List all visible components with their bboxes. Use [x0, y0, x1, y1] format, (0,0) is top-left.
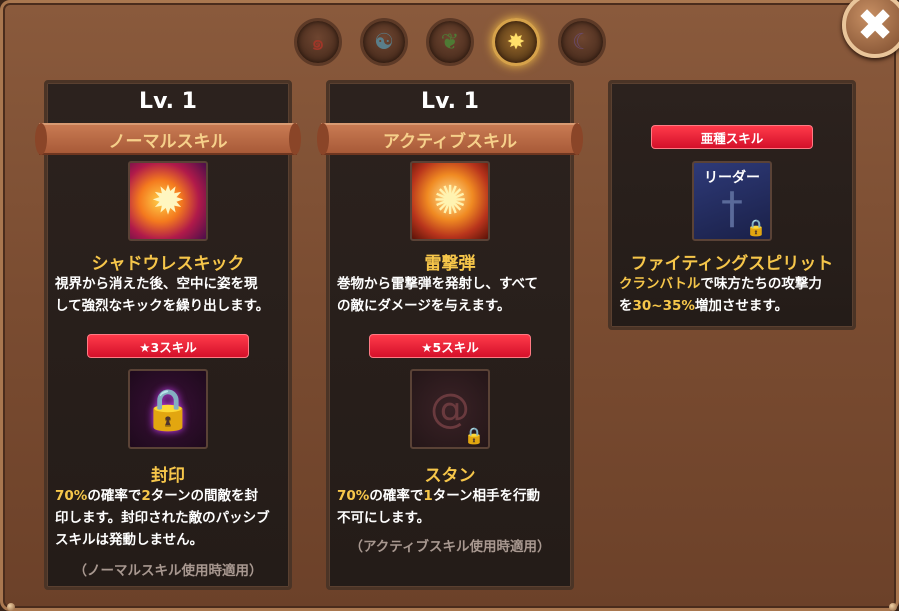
fire-element-tab[interactable]: ๑: [294, 18, 342, 66]
water-icon: ☯: [374, 29, 394, 55]
desc-text: の確率で: [87, 488, 142, 504]
desc-line: クランバトルで味方たちの攻撃力: [619, 273, 847, 295]
desc-line: 不可にします。: [337, 510, 431, 526]
leaf-element-tab[interactable]: ❦: [426, 18, 474, 66]
desc-text: の確率で: [369, 488, 424, 504]
desc-highlight: クランバトル: [619, 276, 701, 292]
desc-line: して強烈なキックを繰り出します。: [55, 298, 270, 314]
desc-line: 70%の確率で1ターン相手を行動: [337, 485, 565, 507]
lock-icon: 🔒: [746, 218, 766, 237]
element-tabs: ๑ ☯ ❦ ✸ ☾: [294, 18, 606, 66]
dark-element-tab[interactable]: ☾: [558, 18, 606, 66]
rivet: [7, 603, 15, 611]
skill-name: シャドウレスキック: [91, 254, 245, 274]
skill-level: Lv. 1: [139, 89, 197, 114]
shadowless-kick-icon[interactable]: ✹: [128, 161, 208, 241]
stun-swirl-icon[interactable]: @ 🔒: [410, 369, 490, 449]
sword-icon: †: [721, 182, 743, 234]
skill-description: 視界から消えた後、空中に姿を現 して強烈なキックを繰り出します。: [55, 273, 283, 317]
desc-line: の敵にダメージを与えます。: [337, 298, 511, 314]
skill-description: 巻物から雷撃弾を発射し、すべて の敵にダメージを与えます。: [337, 273, 565, 317]
skill-type-ribbon: アクティブスキル: [317, 123, 583, 155]
water-element-tab[interactable]: ☯: [360, 18, 408, 66]
desc-line: 印します。封印された敵のパッシブ: [55, 510, 270, 526]
desc-text: を: [619, 298, 633, 314]
star5-skill-badge: ★5スキル: [369, 334, 531, 358]
leader-skill-icon[interactable]: † リーダー 🔒: [692, 161, 772, 241]
desc-line: 70%の確率で2ターンの間敵を封: [55, 485, 283, 507]
chance-value: 70%: [337, 488, 370, 504]
active-skill-card: Lv. 1 アクティブスキル ✺ 雷撃弾 巻物から雷撃弾を発射し、すべて の敵に…: [317, 80, 583, 590]
variant-skill-badge: 亜種スキル: [651, 125, 813, 149]
star-icon: ✸: [506, 29, 526, 55]
attack-bonus-value: 30~35%: [632, 298, 695, 314]
skill-name: ファイティングスピリット: [630, 254, 834, 274]
close-icon: ✖: [856, 0, 894, 51]
skill-description: クランバトルで味方たちの攻撃力 を30~35%増加させます。: [619, 273, 847, 317]
lock-icon: 🔒: [464, 426, 484, 445]
skill-level: Lv. 1: [421, 89, 479, 114]
desc-text: ターンの間敵を封: [150, 488, 259, 504]
star3-skill-badge: ★3スキル: [87, 334, 249, 358]
desc-text: 増加させます。: [694, 298, 789, 314]
desc-line: 巻物から雷撃弾を発射し、すべて: [337, 276, 539, 292]
turn-value: 2: [141, 488, 151, 504]
desc-line: 視界から消えた後、空中に姿を現: [55, 276, 258, 292]
light-element-tab[interactable]: ✸: [492, 18, 540, 66]
fire-icon: ๑: [311, 30, 325, 56]
desc-text: ターン相手を行動: [432, 488, 541, 504]
sub-skill-description: 70%の確率で1ターン相手を行動 不可にします。: [337, 485, 565, 529]
sub-skill-name: 封印: [151, 466, 185, 486]
rivet: [889, 603, 897, 611]
moon-icon: ☾: [572, 29, 592, 55]
chance-value: 70%: [55, 488, 88, 504]
sub-skill-name: スタン: [424, 466, 476, 486]
skill-name: 雷撃弾: [424, 254, 476, 274]
seal-lock-icon[interactable]: 🔒: [128, 369, 208, 449]
application-note: （アクティブスキル使用時適用）: [349, 539, 551, 555]
application-note: （ノーマルスキル使用時適用）: [73, 563, 263, 579]
thunder-bullet-icon[interactable]: ✺: [410, 161, 490, 241]
leader-label: リーダー: [704, 170, 760, 186]
variant-skill-card: 亜種スキル † リーダー 🔒 ファイティングスピリット クランバトルで味方たちの…: [608, 80, 856, 330]
desc-text: で味方たちの攻撃力: [700, 276, 822, 292]
skill-type-ribbon: ノーマルスキル: [35, 123, 301, 155]
desc-line: スキルは発動しません。: [55, 532, 204, 548]
desc-line: を30~35%増加させます。: [619, 295, 847, 317]
normal-skill-card: Lv. 1 ノーマルスキル ✹ シャドウレスキック 視界から消えた後、空中に姿を…: [35, 80, 301, 590]
leaf-icon: ❦: [440, 29, 460, 55]
turn-value: 1: [423, 488, 433, 504]
sub-skill-description: 70%の確率で2ターンの間敵を封 印します。封印された敵のパッシブ スキルは発動…: [55, 485, 283, 551]
